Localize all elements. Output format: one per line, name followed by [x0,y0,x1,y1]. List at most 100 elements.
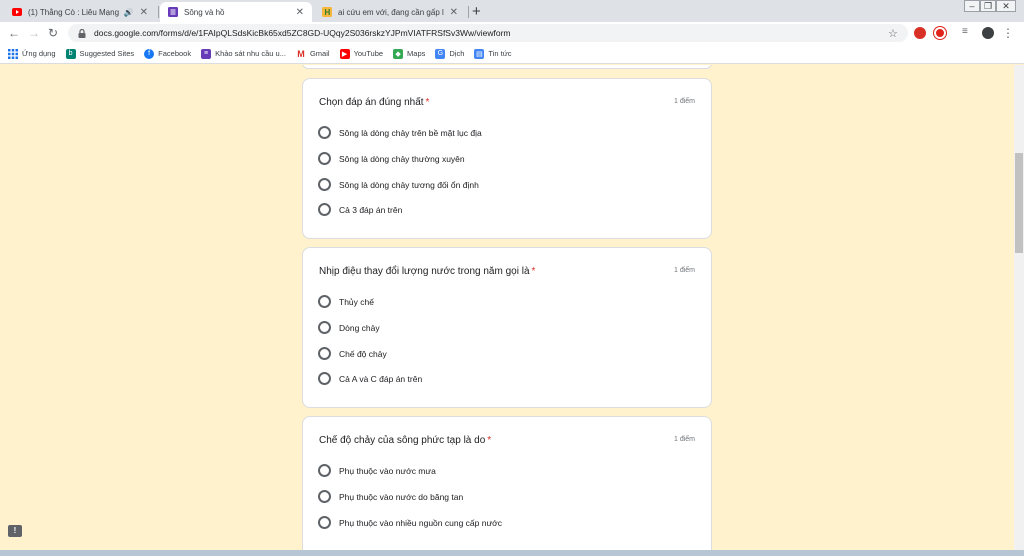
maps-icon: ◆ [393,48,404,59]
tab-strip: (1) Thằng Cò : Liêu Mạng Tr... 🔊 ✕ Sông … [0,0,1024,22]
radio-button[interactable] [318,126,331,139]
question-card-3: Chế độ chảy của sông phức tạp là do * 1 đ… [302,416,712,550]
close-icon[interactable]: ✕ [450,7,458,18]
radio-button[interactable] [318,490,331,503]
gmail-icon: M [295,48,306,59]
question-text: Nhịp điệu thay đổi lượng nước trong năm … [319,266,530,277]
facebook-icon: f [144,48,155,59]
bookmark-facebook[interactable]: f Facebook [144,48,192,59]
question-title: Chế độ chảy của sông phức tạp là do * [319,435,491,446]
hoc24-icon: H [322,7,332,17]
page-scrollbar[interactable] [1014,65,1024,550]
required-asterisk: * [531,266,536,277]
radio-option[interactable]: Phụ thuộc vào nhiều nguồn cung cấp nước [318,516,502,529]
required-asterisk: * [487,435,492,446]
radio-option[interactable]: Sông là dòng chảy tương đối ổn định [318,178,479,191]
radio-button[interactable] [318,321,331,334]
bookmark-label: Ứng dụng [22,49,56,58]
os-taskbar [0,550,1024,556]
minimize-icon[interactable]: – [964,0,980,12]
radio-option[interactable]: Phụ thuộc vào nước mưa [318,464,436,477]
close-window-icon[interactable]: ✕ [996,0,1016,12]
media-queue-icon[interactable]: ≡ [962,26,968,37]
tab-title: ai cứu em với, đang cần gấp lắm... [338,7,444,17]
radio-button[interactable] [318,178,331,191]
radio-button[interactable] [318,347,331,360]
bing-icon: b [65,48,76,59]
tab-hoc24[interactable]: H ai cứu em với, đang cần gấp lắm... ✕ [314,2,466,22]
option-label: Sông là dòng chảy tương đối ổn định [339,179,479,190]
back-icon[interactable]: ← [8,26,20,40]
opera-icon[interactable] [934,27,946,39]
speaker-icon[interactable]: 🔊 [124,8,134,17]
bookmark-translate[interactable]: G Dịch [435,48,464,59]
radio-button[interactable] [318,516,331,529]
bookmark-forms-survey[interactable]: ≡ Khảo sát nhu cầu u... [201,48,286,59]
profile-avatar-icon[interactable] [982,27,994,39]
bookmark-label: YouTube [353,49,384,58]
radio-option[interactable]: Dòng chảy [318,321,380,334]
question-card-2: Nhịp điệu thay đổi lượng nước trong năm … [302,247,712,408]
close-icon[interactable]: ✕ [296,7,304,18]
feedback-icon[interactable]: ! [8,525,22,537]
forward-icon[interactable]: → [28,26,40,40]
radio-option[interactable]: Chế độ chảy [318,347,387,360]
radio-option[interactable]: Phụ thuộc vào nước do băng tan [318,490,463,503]
radio-button[interactable] [318,295,331,308]
question-text: Chế độ chảy của sông phức tạp là do [319,435,486,446]
adblock-icon[interactable] [914,27,926,39]
translate-icon: G [435,48,446,59]
tab-title: (1) Thằng Cò : Liêu Mạng Tr... [28,7,120,17]
bookmark-news[interactable]: ▤ Tin tức [474,48,512,59]
lock-icon [78,28,86,38]
question-title: Nhịp điệu thay đổi lượng nước trong năm … [319,266,535,277]
bookmark-label: Facebook [158,49,192,58]
bookmark-star-icon[interactable]: ☆ [888,27,898,40]
option-label: Phụ thuộc vào nhiều nguồn cung cấp nước [339,517,502,528]
option-label: Cả A và C đáp án trên [339,373,423,384]
tab-youtube[interactable]: (1) Thằng Cò : Liêu Mạng Tr... 🔊 ✕ [4,2,156,22]
tab-forms[interactable]: Sông và hồ ✕ [160,2,312,22]
question-text: Chọn đáp án đúng nhất [319,97,424,108]
scrollbar-thumb[interactable] [1015,153,1023,253]
radio-button[interactable] [318,152,331,165]
bookmark-apps[interactable]: Ứng dụng [8,48,56,59]
radio-option[interactable]: Thủy chế [318,295,374,308]
option-label: Phụ thuộc vào nước do băng tan [339,491,464,502]
bookmark-gmail[interactable]: M Gmail [295,48,330,59]
question-card-previous [302,65,712,69]
apps-grid-icon [8,48,18,59]
bookmark-label: Khảo sát nhu cầu u... [215,49,286,58]
question-card-1: Chọn đáp án đúng nhất * 1 điểm Sông là dò… [302,78,712,239]
new-tab-button[interactable]: + [472,3,481,20]
radio-option[interactable]: Sông là dòng chảy trên bề mặt lục địa [318,126,482,139]
tab-title: Sông và hồ [184,7,225,17]
option-label: Phụ thuộc vào nước mưa [339,465,436,476]
radio-option[interactable]: Sông là dòng chảy thường xuyên [318,152,465,165]
option-label: Cả 3 đáp án trên [339,204,403,215]
svg-text:H: H [325,8,331,17]
url-text: docs.google.com/forms/d/e/1FAIpQLSdsKicB… [94,28,511,38]
radio-button[interactable] [318,372,331,385]
option-label: Sông là dòng chảy thường xuyên [339,153,465,164]
points-label: 1 điểm [673,267,695,274]
bookmark-label: Maps [407,49,426,58]
kebab-menu-icon[interactable]: ⋮ [1002,26,1014,40]
restore-icon[interactable]: ❐ [980,0,996,12]
bookmark-label: Gmail [309,49,330,58]
address-bar[interactable]: docs.google.com/forms/d/e/1FAIpQLSdsKicB… [68,24,908,42]
radio-button[interactable] [318,464,331,477]
bookmark-label: Suggested Sites [79,49,135,58]
reload-icon[interactable]: ↻ [48,26,58,40]
bookmark-suggested-sites[interactable]: b Suggested Sites [65,48,135,59]
radio-button[interactable] [318,203,331,216]
close-icon[interactable]: ✕ [140,7,148,18]
browser-toolbar: ← → ↻ docs.google.com/forms/d/e/1FAIpQLS… [0,22,1024,44]
radio-option[interactable]: Cả 3 đáp án trên [318,203,402,216]
option-label: Dòng chảy [339,322,380,333]
option-label: Sông là dòng chảy trên bề mặt lục địa [339,127,482,138]
bookmark-youtube[interactable]: ▶ YouTube [339,48,384,59]
bookmark-maps[interactable]: ◆ Maps [393,48,426,59]
radio-option[interactable]: Cả A và C đáp án trên [318,372,422,385]
youtube-icon [12,7,22,17]
